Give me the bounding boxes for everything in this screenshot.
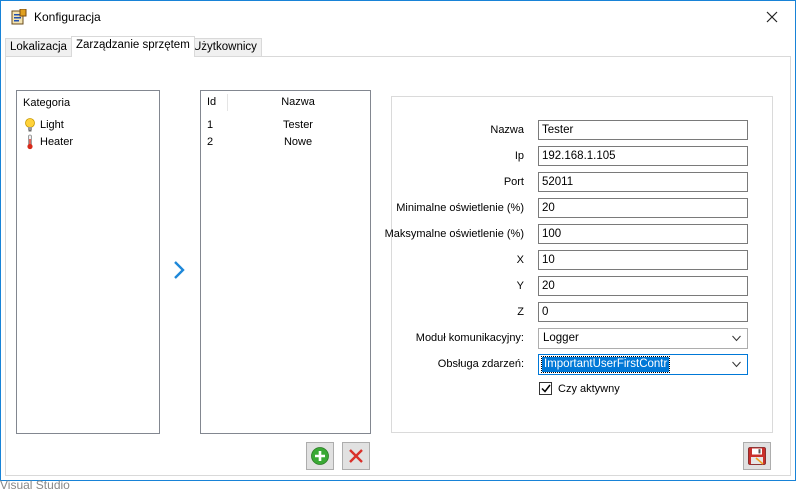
active-checkbox-row[interactable]: Czy aktywny — [539, 382, 620, 395]
save-icon — [748, 447, 766, 465]
ip-field[interactable] — [538, 146, 748, 166]
nazwa-field[interactable] — [538, 120, 748, 140]
z-field[interactable] — [538, 302, 748, 322]
label-port: Port — [503, 176, 524, 188]
tab-lokalizacja[interactable]: Lokalizacja — [5, 38, 72, 57]
add-icon — [311, 447, 329, 465]
min-light-field[interactable] — [538, 198, 748, 218]
x-field[interactable] — [538, 250, 748, 270]
category-header: Kategoria — [23, 97, 71, 109]
title-bar[interactable]: Konfiguracja — [1, 1, 795, 33]
thermometer-icon — [23, 134, 37, 150]
label-y: Y — [516, 280, 524, 292]
label-z: Z — [517, 306, 524, 318]
chevron-right-icon — [169, 257, 189, 285]
close-button[interactable] — [749, 1, 795, 32]
lightbulb-icon — [23, 117, 37, 133]
device-list[interactable]: Id Nazwa 1 Tester 2 Nowe — [200, 90, 371, 434]
label-x: X — [516, 254, 524, 266]
chevron-down-icon — [732, 335, 741, 342]
checkmark-icon — [540, 384, 551, 393]
active-checkbox[interactable] — [539, 382, 552, 395]
row-id: 1 — [207, 119, 214, 131]
tab-zarzadzanie-sprzetem[interactable]: Zarządzanie sprzętem — [71, 36, 195, 57]
label-nazwa: Nazwa — [490, 124, 524, 136]
label-min-light: Minimalne oświetlenie (%) — [396, 202, 524, 214]
background-window-text: Visual Studio — [0, 478, 70, 492]
column-header-id[interactable]: Id — [207, 91, 216, 113]
row-name: Tester — [283, 119, 313, 131]
max-light-field[interactable] — [538, 224, 748, 244]
save-button[interactable] — [743, 442, 771, 470]
config-window: Konfiguracja Lokalizacja Zarządzanie spr… — [0, 0, 796, 481]
comm-module-select[interactable]: Logger — [538, 328, 748, 349]
y-field[interactable] — [538, 276, 748, 296]
label-ip: Ip — [514, 150, 524, 162]
column-header-nazwa[interactable]: Nazwa — [228, 91, 368, 113]
tab-uzytkownicy[interactable]: Użytkownicy — [188, 38, 262, 57]
delete-icon — [349, 449, 363, 463]
label-max-light: Maksymalne oświetlenie (%) — [384, 228, 524, 240]
add-device-button[interactable] — [306, 442, 334, 470]
window-title: Konfiguracja — [34, 10, 101, 24]
chevron-down-icon — [732, 361, 741, 368]
delete-device-button[interactable] — [342, 442, 370, 470]
list-item-heater[interactable]: Heater — [23, 134, 73, 150]
event-handler-value: ImportantUserFirstContr — [540, 356, 671, 373]
tab-strip: Lokalizacja Zarządzanie sprzętem Użytkow… — [5, 36, 785, 57]
comm-module-value: Logger — [543, 332, 579, 344]
event-handler-select[interactable]: ImportantUserFirstContr — [538, 354, 748, 375]
row-id: 2 — [207, 136, 214, 148]
list-item-light[interactable]: Light — [23, 117, 64, 133]
label-comm-module: Moduł komunikacyjny: — [415, 332, 524, 344]
category-label: Light — [40, 119, 64, 131]
category-list[interactable]: Kategoria Light Heater — [16, 90, 160, 434]
row-name: Nowe — [283, 136, 313, 148]
port-field[interactable] — [538, 172, 748, 192]
active-label: Czy aktywny — [558, 382, 620, 395]
close-icon — [766, 11, 778, 22]
category-label: Heater — [40, 136, 74, 148]
app-icon — [11, 8, 27, 25]
label-event-handler: Obsługa zdarzeń: — [437, 358, 524, 370]
